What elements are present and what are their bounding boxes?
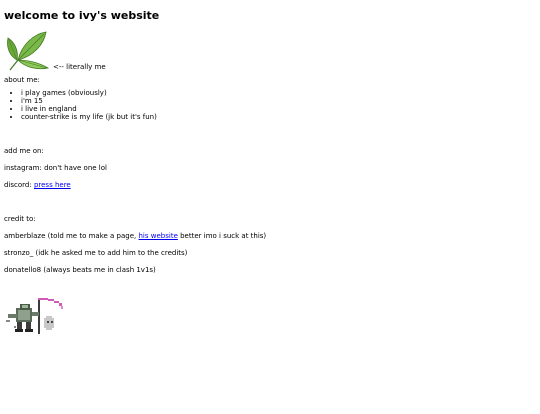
about-heading: about me: bbox=[4, 76, 40, 84]
credit-amberblaze-suffix: better imo i suck at this) bbox=[177, 232, 267, 240]
discord-line: discord: press here bbox=[4, 181, 536, 189]
list-item: i play games (obviously) bbox=[21, 89, 536, 97]
about-list: i play games (obviously) i'm 15 i live i… bbox=[4, 89, 536, 121]
credit-amberblaze: amberblaze (told me to make a page, his … bbox=[4, 232, 536, 240]
leaf-icon bbox=[7, 31, 50, 71]
page: welcome to ivy's website <-- literally m… bbox=[0, 9, 540, 338]
leaf-caption: <-- literally me bbox=[53, 63, 106, 71]
list-item: i'm 15 bbox=[21, 97, 536, 105]
credit-donatello: donatello8 (always beats me in clash 1v1… bbox=[4, 266, 156, 274]
add-heading: add me on: bbox=[4, 147, 44, 155]
discord-link[interactable]: press here bbox=[34, 181, 71, 189]
knight-with-scythe-sprite-icon bbox=[6, 298, 63, 334]
page-title: welcome to ivy's website bbox=[4, 9, 160, 22]
sprite-wrapper bbox=[4, 296, 536, 338]
instagram-line: instagram: don't have one lol bbox=[4, 164, 107, 172]
list-item: i live in england bbox=[21, 105, 536, 113]
credit-stronzo: stronzo_ (idk he asked me to add him to … bbox=[4, 249, 188, 257]
amberblaze-website-link[interactable]: his website bbox=[139, 232, 178, 240]
discord-label: discord: bbox=[4, 181, 34, 189]
list-item: counter-strike is my life (jk but it's f… bbox=[21, 113, 536, 121]
credits-heading: credit to: bbox=[4, 215, 36, 223]
leaf-row: <-- literally me bbox=[4, 28, 536, 72]
credit-amberblaze-prefix: amberblaze (told me to make a page, bbox=[4, 232, 139, 240]
